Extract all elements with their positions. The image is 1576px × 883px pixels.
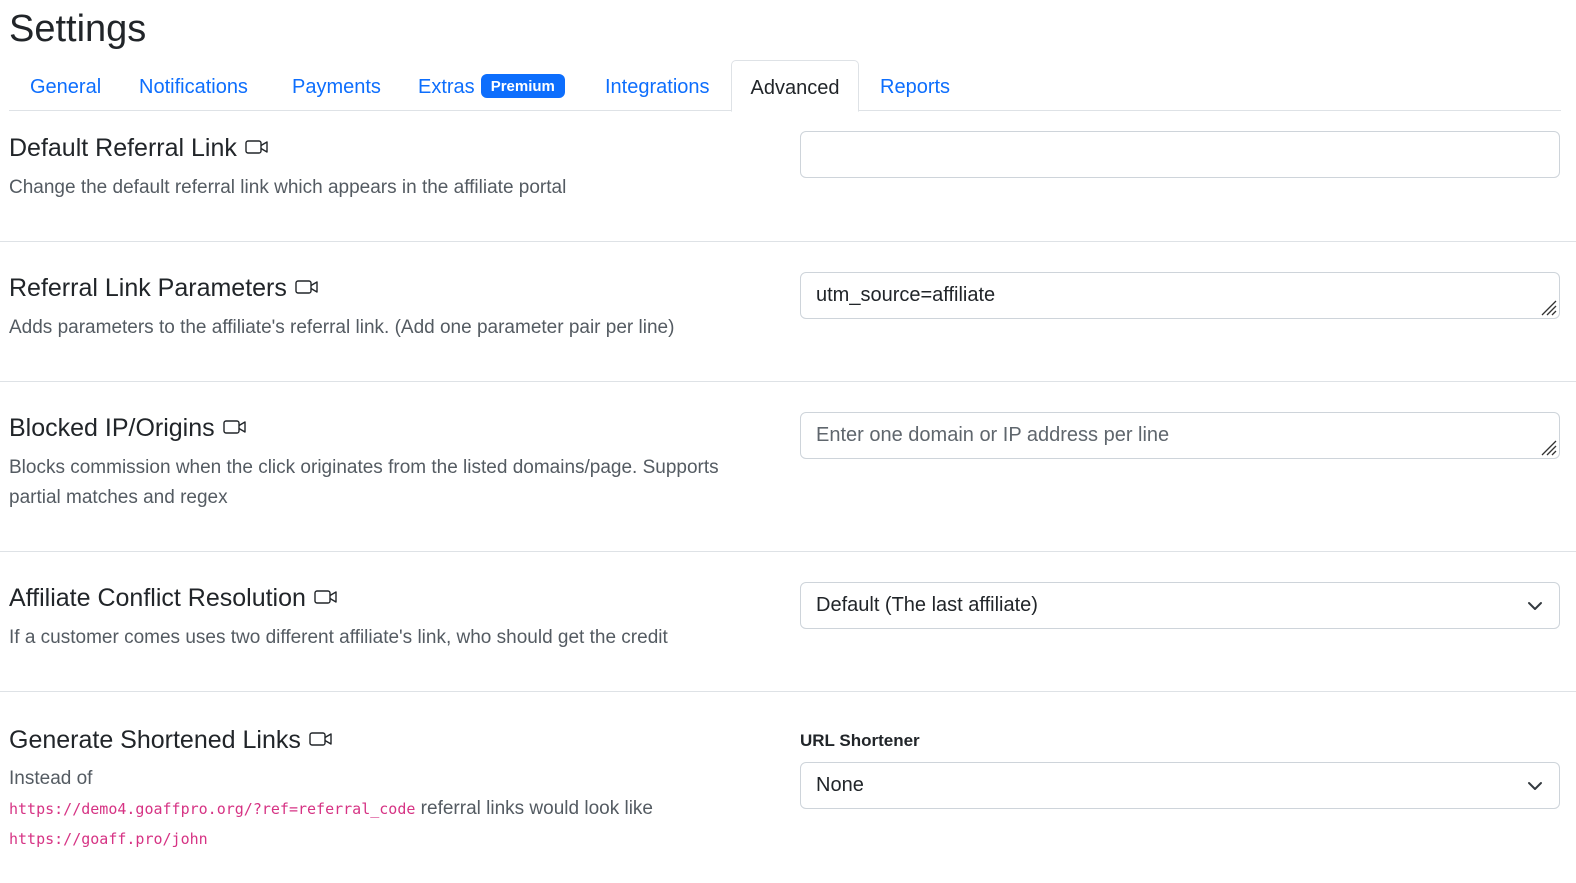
tab-notifications[interactable]: Notifications [139, 60, 248, 111]
textarea-placeholder: Enter one domain or IP address per line [816, 424, 1170, 446]
default-referral-link-input[interactable] [800, 131, 1560, 178]
setting-title: Affiliate Conflict Resolution [9, 582, 338, 615]
page-title: Settings [9, 8, 147, 50]
setting-title: Generate Shortened Links [9, 724, 333, 757]
tab-payments[interactable]: Payments [292, 60, 381, 111]
setting-title-text: Affiliate Conflict Resolution [9, 584, 306, 612]
setting-shortened-links: Generate Shortened Links Instead of http… [0, 692, 1576, 883]
blocked-origins-textarea[interactable]: Enter one domain or IP address per line [800, 412, 1560, 459]
setting-description: If a customer comes uses two different a… [9, 627, 668, 648]
tab-general[interactable]: General [30, 60, 101, 111]
premium-badge: Premium [480, 73, 565, 98]
video-icon[interactable] [295, 271, 319, 303]
select-value: None [816, 774, 864, 796]
setting-title: Referral Link Parameters [9, 272, 319, 305]
video-icon[interactable] [245, 131, 269, 163]
setting-title: Blocked IP/Origins [9, 412, 247, 445]
video-icon[interactable] [314, 581, 338, 613]
description-connector: referral links would look like [420, 798, 653, 819]
description-intro: Instead of [9, 768, 93, 789]
url-shortener-label: URL Shortener [800, 731, 920, 750]
setting-title-text: Referral Link Parameters [9, 274, 287, 302]
chevron-down-icon [1528, 602, 1542, 610]
video-icon[interactable] [222, 411, 247, 443]
setting-title-text: Default Referral Link [9, 134, 237, 162]
url-shortener-select[interactable]: None [800, 762, 1560, 809]
description-example-line: https://demo4.goaffpro.org/?ref=referral… [9, 794, 769, 824]
tab-reports[interactable]: Reports [880, 60, 950, 111]
setting-description: Instead of https://demo4.goaffpro.org/?r… [9, 764, 769, 854]
tab-advanced[interactable]: Advanced [731, 60, 859, 112]
setting-default-referral-link: Default Referral Link Change the default… [0, 112, 1576, 242]
setting-referral-link-parameters: Referral Link Parameters Adds parameters… [0, 242, 1576, 382]
chevron-down-icon [1528, 782, 1542, 790]
select-value: Default (The last affiliate) [816, 594, 1038, 616]
example-long-link: https://demo4.goaffpro.org/?ref=referral… [9, 800, 416, 818]
example-short-link: https://goaff.pro/john [9, 830, 208, 848]
tab-extras[interactable]: Extras Premium [418, 60, 565, 111]
resize-grip-icon[interactable] [1539, 298, 1557, 316]
setting-title-text: Blocked IP/Origins [9, 414, 215, 442]
settings-tabs: General Notifications Payments Extras Pre… [9, 60, 1561, 112]
textarea-value: utm_source=affiliate [816, 284, 996, 306]
conflict-resolution-select[interactable]: Default (The last affiliate) [800, 582, 1560, 629]
setting-description: Blocks commission when the click origina… [9, 453, 769, 513]
resize-grip-icon[interactable] [1539, 438, 1557, 456]
description-example-short: https://goaff.pro/john [9, 824, 769, 854]
setting-description: Adds parameters to the affiliate's refer… [9, 317, 675, 338]
tab-integrations[interactable]: Integrations [605, 60, 710, 111]
setting-title: Default Referral Link [9, 132, 269, 165]
setting-conflict-resolution: Affiliate Conflict Resolution If a custo… [0, 552, 1576, 692]
referral-link-parameters-textarea[interactable]: utm_source=affiliate [800, 272, 1560, 319]
setting-blocked-origins: Blocked IP/Origins Blocks commission whe… [0, 382, 1576, 552]
tab-extras-label: Extras [418, 76, 475, 98]
settings-page: Settings General Notifications Payments … [0, 0, 1576, 883]
video-icon[interactable] [309, 723, 333, 755]
setting-title-text: Generate Shortened Links [9, 726, 301, 754]
description-line: Blocks commission when the click origina… [9, 457, 719, 478]
setting-description: Change the default referral link which a… [9, 177, 567, 198]
description-line: partial matches and regex [9, 487, 228, 508]
